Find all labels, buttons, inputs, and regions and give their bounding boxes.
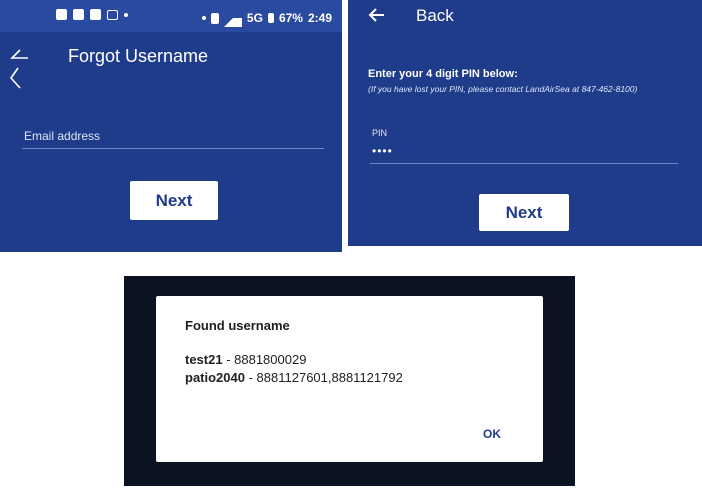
pin-underline (370, 163, 678, 164)
back-label[interactable]: Back (416, 6, 454, 26)
battery-icon (267, 13, 274, 23)
separator: - (244, 370, 257, 385)
pin-heading: Enter your 4 digit PIN below: (368, 68, 518, 80)
found-username-screen: Found username test21 - 8881800029 patio… (124, 276, 575, 486)
username-entry: patio2040 - 8881127601,8881121792 (185, 370, 403, 385)
video-icon (73, 9, 84, 20)
pin-field[interactable]: •••• (372, 144, 393, 158)
device-numbers: 8881127601,8881121792 (256, 370, 403, 385)
next-button[interactable]: Next (130, 181, 218, 220)
found-username-dialog: Found username test21 - 8881800029 patio… (156, 296, 543, 462)
username-entry: test21 - 8881800029 (185, 352, 306, 367)
forgot-username-screen: 5G 67% 2:49 Forgot Username Email addres… (0, 0, 342, 252)
notification-icons (56, 9, 128, 20)
device-numbers: 8881800029 (234, 352, 307, 367)
back-arrow-icon[interactable] (368, 6, 386, 24)
email-underline (22, 148, 324, 149)
page-title: Forgot Username (68, 46, 209, 66)
network-label: 5G (246, 11, 263, 25)
back-arrow-icon[interactable] (8, 48, 30, 92)
mail-icon (107, 9, 118, 20)
pin-help-note: (If you have lost your PIN, please conta… (368, 84, 638, 94)
status-bar: 5G 67% 2:49 (0, 0, 342, 32)
ok-button[interactable]: OK (483, 427, 501, 441)
pin-field-label: PIN (372, 128, 388, 138)
email-field[interactable]: Email address (24, 129, 100, 143)
next-button[interactable]: Next (479, 194, 569, 231)
pin-entry-screen: Back Enter your 4 digit PIN below: (If y… (348, 0, 702, 246)
signal-icon (223, 9, 242, 27)
system-indicators: 5G 67% 2:49 (201, 9, 332, 27)
dot-icon (124, 12, 128, 17)
username: patio2040 (185, 370, 245, 385)
chat-icon (56, 9, 67, 20)
video-icon (90, 9, 101, 20)
username: test21 (185, 352, 223, 367)
dot-icon (201, 16, 206, 20)
clock-time: 2:49 (307, 11, 332, 25)
vibrate-icon (210, 12, 219, 24)
separator: - (222, 352, 235, 367)
battery-percent: 67% (278, 11, 303, 25)
dialog-title: Found username (185, 318, 290, 333)
